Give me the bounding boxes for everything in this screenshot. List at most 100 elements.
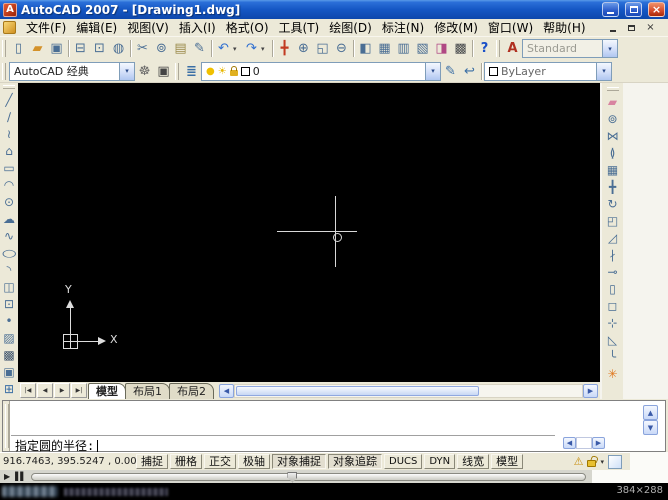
zoom-previous-button[interactable]: ⊖ <box>332 39 351 58</box>
scroll-left-icon[interactable]: ◀ <box>219 383 234 398</box>
scroll-left-icon[interactable]: ◀ <box>563 437 576 449</box>
construction-line-button[interactable]: ∕ <box>1 108 18 125</box>
undo-dropdown-arrow[interactable]: ▾ <box>233 45 242 53</box>
extend-button[interactable]: ⊸ <box>604 263 621 280</box>
revision-cloud-button[interactable]: ☁ <box>1 210 18 227</box>
fillet-button[interactable]: ╰ <box>604 348 621 365</box>
menu-window[interactable]: 窗口(W) <box>483 20 538 36</box>
tab-nav-next-button[interactable]: ▶ <box>54 383 70 398</box>
toolbar-grip[interactable] <box>2 62 6 80</box>
toolbar-grip[interactable] <box>175 62 179 80</box>
array-button[interactable]: ▦ <box>604 161 621 178</box>
close-button[interactable]: × <box>648 2 665 17</box>
redo-dropdown-arrow[interactable]: ▾ <box>261 45 270 53</box>
layer-freeze-sun-icon[interactable]: ☀ <box>218 66 227 77</box>
rectangle-button[interactable]: ▭ <box>1 159 18 176</box>
dyn-toggle[interactable]: DYN <box>424 454 456 469</box>
circle-button[interactable]: ⊙ <box>1 193 18 210</box>
make-block-button[interactable]: ⊡ <box>1 295 18 312</box>
line-button[interactable]: ╱ <box>1 91 18 108</box>
menu-help[interactable]: 帮助(H) <box>538 20 590 36</box>
coordinates-readout[interactable]: 916.7463, 395.5247 , 0.0000 <box>3 456 149 467</box>
publish-button[interactable]: ◍ <box>109 39 128 58</box>
osnap-toggle[interactable]: 对象捕捉 <box>272 454 326 469</box>
scrollbar-thumb[interactable] <box>236 385 479 396</box>
polygon-button[interactable]: ⌂ <box>1 142 18 159</box>
menu-tools[interactable]: 工具(T) <box>274 20 325 36</box>
menu-modify[interactable]: 修改(M) <box>429 20 483 36</box>
toolbar-grip[interactable] <box>2 40 6 57</box>
unlock-icon[interactable] <box>587 459 597 467</box>
menu-view[interactable]: 视图(V) <box>122 20 174 36</box>
break-at-point-button[interactable]: ▯ <box>604 280 621 297</box>
new-button[interactable]: ▯ <box>9 39 28 58</box>
polar-toggle[interactable]: 极轴 <box>238 454 270 469</box>
break-button[interactable]: ◻ <box>604 297 621 314</box>
plot-preview-button[interactable]: ⊡ <box>90 39 109 58</box>
table-button[interactable]: ⊞ <box>1 380 18 397</box>
tab-nav-prev-button[interactable]: ◀ <box>37 383 53 398</box>
ortho-toggle[interactable]: 正交 <box>204 454 236 469</box>
player-progress-thumb[interactable] <box>287 471 298 483</box>
hatch-button[interactable]: ▨ <box>1 329 18 346</box>
open-button[interactable]: ▰ <box>28 39 47 58</box>
horizontal-scrollbar[interactable]: ◀ ▶ <box>219 383 598 398</box>
layer-previous-button[interactable]: ↩ <box>460 62 479 81</box>
plot-button[interactable]: ⊟ <box>71 39 90 58</box>
undo-button[interactable]: ↶ <box>214 39 233 58</box>
point-button[interactable]: • <box>1 312 18 329</box>
pan-button[interactable]: ╋ <box>275 39 294 58</box>
spline-button[interactable]: ∿ <box>1 227 18 244</box>
join-button[interactable]: ⊹ <box>604 314 621 331</box>
snap-toggle[interactable]: 捕捉 <box>136 454 168 469</box>
make-object-layer-current-button[interactable]: ✎ <box>441 62 460 81</box>
menu-dimension[interactable]: 标注(N) <box>377 20 429 36</box>
stretch-button[interactable]: ◿ <box>604 229 621 246</box>
mdi-minimize-button[interactable] <box>605 21 620 34</box>
ellipse-arc-button[interactable]: ◝ <box>1 261 18 278</box>
workspace-combobox[interactable]: AutoCAD 经典 ▾ <box>9 61 135 81</box>
ellipse-button[interactable]: ○ <box>1 244 18 261</box>
command-input[interactable]: 指定圆的半径: <box>11 435 555 453</box>
redo-button[interactable]: ↷ <box>242 39 261 58</box>
sheet-set-manager-button[interactable]: ▧ <box>413 39 432 58</box>
annotation-scale-icon[interactable]: ⚠ <box>574 455 584 468</box>
save-button[interactable]: ▣ <box>47 39 66 58</box>
tab-layout1[interactable]: 布局1 <box>125 383 170 399</box>
play-button[interactable]: ▶ <box>4 472 10 481</box>
copy-button[interactable]: ⊚ <box>152 39 171 58</box>
scroll-down-icon[interactable]: ▼ <box>643 420 658 435</box>
tab-layout2[interactable]: 布局2 <box>169 383 214 399</box>
minimize-button[interactable] <box>602 2 619 17</box>
tray-dropdown-arrow[interactable]: ▾ <box>600 458 604 466</box>
otrack-toggle[interactable]: 对象追踪 <box>328 454 382 469</box>
chevron-down-icon[interactable]: ▾ <box>602 40 617 57</box>
arc-button[interactable]: ◠ <box>1 176 18 193</box>
offset-button[interactable]: ≬ <box>604 144 621 161</box>
command-hscrollbar[interactable]: ◀ ▶ <box>563 437 605 449</box>
grid-toggle[interactable]: 栅格 <box>170 454 202 469</box>
text-style-icon[interactable]: A <box>503 39 522 58</box>
layer-lock-icon[interactable] <box>229 66 238 76</box>
paste-button[interactable]: ▤ <box>171 39 190 58</box>
chevron-down-icon[interactable]: ▾ <box>596 62 611 80</box>
tab-nav-last-button[interactable]: ▶| <box>71 383 87 398</box>
mdi-close-button[interactable]: × <box>643 21 658 34</box>
zoom-window-button[interactable]: ◱ <box>313 39 332 58</box>
command-text-area[interactable]: 指定正多边形的中心点或 [边(E)]: 输入选项 [内接于圆(I)/外切于圆(C… <box>2 400 666 453</box>
explode-button[interactable]: ✳ <box>604 365 621 382</box>
scroll-right-icon[interactable]: ▶ <box>583 383 598 398</box>
menu-edit[interactable]: 编辑(E) <box>71 20 122 36</box>
toolbar-grip[interactable] <box>3 85 15 89</box>
gradient-button[interactable]: ▩ <box>1 346 18 363</box>
restore-button[interactable] <box>625 2 642 17</box>
quickcalc-button[interactable]: ▩ <box>451 39 470 58</box>
layer-color-swatch[interactable] <box>240 66 250 76</box>
designcenter-button[interactable]: ▦ <box>375 39 394 58</box>
tab-model[interactable]: 模型 <box>88 383 126 399</box>
scroll-right-icon[interactable]: ▶ <box>592 437 605 449</box>
scroll-up-icon[interactable]: ▲ <box>643 405 658 420</box>
text-style-combobox[interactable]: Standard ▾ <box>522 39 618 58</box>
trim-button[interactable]: ∤ <box>604 246 621 263</box>
color-combobox[interactable]: ByLayer ▾ <box>484 61 612 81</box>
